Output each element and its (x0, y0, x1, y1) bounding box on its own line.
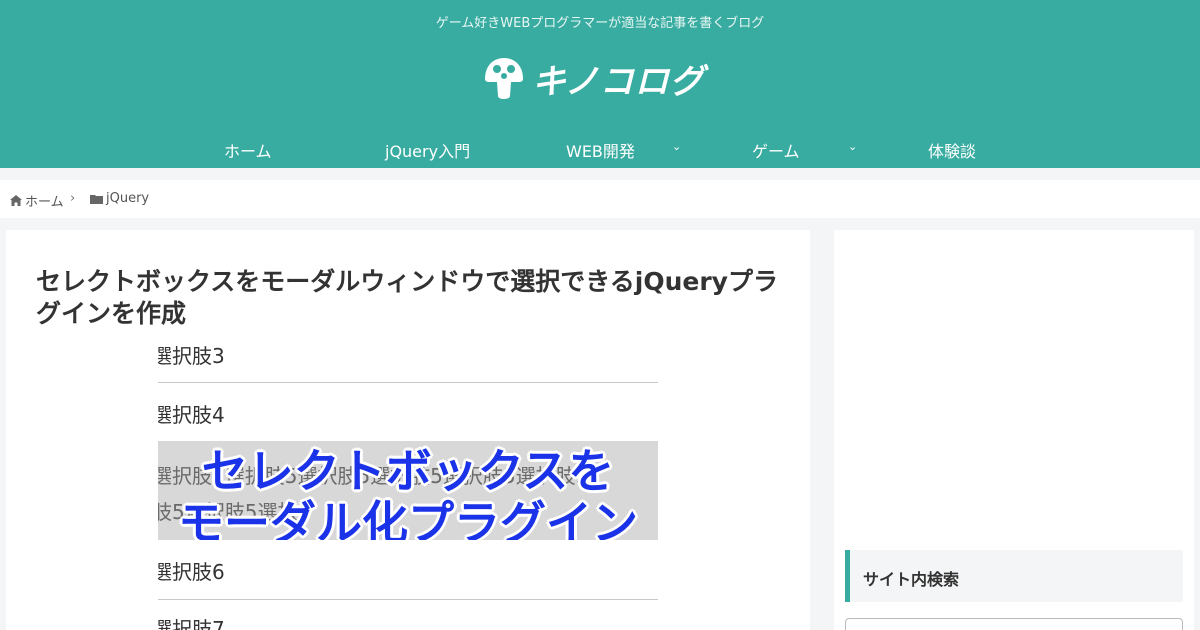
breadcrumb: ホーム › jQuery (0, 180, 1200, 218)
breadcrumb-category[interactable]: jQuery (90, 191, 149, 206)
article-title: セレクトボックスをモーダルウィンドウで選択できるjQueryプラグインを作成 (36, 267, 778, 328)
chevron-down-icon[interactable]: ⌄ (672, 140, 681, 153)
nav-item-web[interactable]: WEB開発 (566, 138, 635, 162)
search-widget-label: サイト内検索 (863, 570, 960, 589)
nav-item-home[interactable]: ホーム (224, 138, 272, 162)
nav-item-experience[interactable]: 体験談 (928, 138, 976, 162)
nav-item-jquery[interactable]: jQuery入門 (385, 138, 470, 162)
nav-item-game[interactable]: ゲーム (752, 138, 800, 162)
eyecatch-option: 選択肢4 (158, 403, 225, 427)
site-tagline: ゲーム好きWEBプログラマーが適当な記事を書くブログ (435, 16, 765, 31)
eyecatch-divider (158, 599, 658, 600)
chevron-down-icon[interactable]: ⌄ (848, 140, 857, 153)
eyecatch-option: 選択肢7 (158, 617, 225, 630)
breadcrumb-separator: › (70, 191, 76, 206)
home-icon (10, 195, 22, 206)
eyecatch-option: 選択肢3 (158, 344, 225, 368)
eyecatch-image: 選択肢3 選択肢4 選択肢5選択肢5選択肢5選択肢5選択肢5選択肢5 肢5選択肢… (158, 342, 658, 630)
article-card: セレクトボックスをモーダルウィンドウで選択できるjQueryプラグインを作成 選… (6, 230, 810, 630)
breadcrumb-category-label: jQuery (106, 191, 150, 206)
sidebar: サイト内検索 (834, 230, 1194, 630)
site-header: ゲーム好きWEBプログラマーが適当な記事を書くブログ キノコログ ホーム jQu… (0, 0, 1200, 168)
eyecatch-headline-2: モーダル化プラグイン (178, 496, 638, 540)
eyecatch-option: 選択肢6 (158, 560, 225, 584)
eyecatch-divider (158, 382, 658, 383)
logo-text: キノコログ (532, 62, 705, 102)
eyecatch-highlight-band: 選択肢5選択肢5選択肢5選択肢5選択肢5選択肢5 肢5選択肢5選択 セレクトボッ… (158, 441, 658, 540)
site-logo[interactable]: キノコログ (482, 54, 705, 103)
mushroom-icon (485, 57, 523, 99)
search-input[interactable] (845, 618, 1183, 630)
search-widget-title: サイト内検索 (845, 550, 1183, 602)
breadcrumb-home-label: ホーム (25, 195, 64, 210)
global-nav: ホーム jQuery入門 WEB開発 ⌄ ゲーム ⌄ 体験談 (0, 128, 1200, 168)
folder-icon (90, 194, 103, 204)
breadcrumb-home[interactable]: ホーム (10, 191, 64, 210)
